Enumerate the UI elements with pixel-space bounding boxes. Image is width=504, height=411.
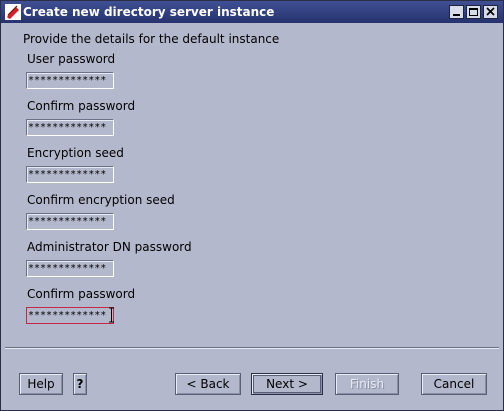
minimize-button[interactable] [449, 5, 464, 19]
confirm-password-label: Confirm password [27, 99, 136, 113]
cancel-button[interactable]: Cancel [421, 373, 487, 395]
confirm-encryption-seed-field[interactable]: ************* [26, 213, 114, 230]
maximize-button[interactable] [466, 5, 481, 19]
confirm-password-field[interactable]: ************* [26, 119, 114, 136]
close-icon [486, 7, 495, 16]
user-password-label: User password [27, 52, 116, 66]
window-title: Create new directory server instance [23, 5, 275, 19]
next-button[interactable]: Next > [251, 373, 323, 395]
confirm-admin-password-field[interactable]: ************* [26, 307, 114, 324]
finish-button: Finish [335, 373, 399, 395]
help-button[interactable]: Help [19, 373, 63, 395]
user-password-field[interactable]: ************* [26, 72, 114, 89]
title-bar[interactable]: Create new directory server instance [1, 1, 503, 23]
text-cursor-icon [109, 307, 114, 323]
admin-dn-password-field[interactable]: ************* [26, 260, 114, 277]
dialog-window: Create new directory server instance Pro… [0, 0, 504, 411]
button-separator [5, 347, 499, 349]
instruction-text: Provide the details for the default inst… [23, 32, 280, 46]
encryption-seed-label: Encryption seed [27, 146, 124, 160]
minimize-icon [453, 14, 460, 16]
close-button[interactable] [483, 5, 498, 19]
admin-dn-password-label: Administrator DN password [27, 240, 192, 254]
encryption-seed-field[interactable]: ************* [26, 166, 114, 183]
back-button[interactable]: < Back [175, 373, 241, 395]
maximize-icon [469, 8, 478, 16]
confirm-encryption-seed-label: Confirm encryption seed [27, 193, 175, 207]
confirm-admin-password-label: Confirm password [27, 287, 136, 301]
app-logo-icon [5, 4, 21, 20]
context-help-button[interactable]: ? [73, 373, 87, 395]
